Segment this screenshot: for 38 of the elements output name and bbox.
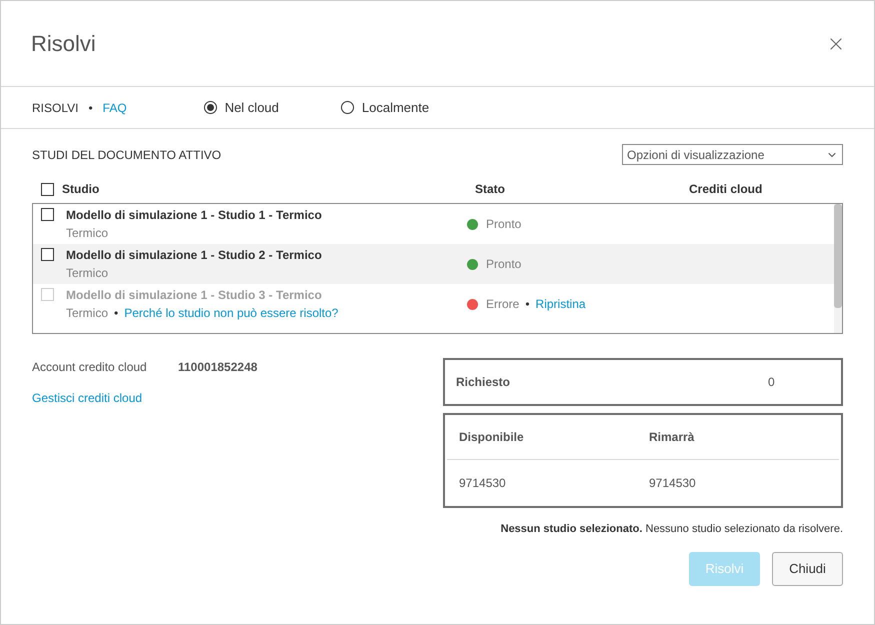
- status-text: Errore: [486, 296, 520, 313]
- column-header: Studio: [62, 181, 100, 198]
- study-type: Termico: [66, 305, 108, 322]
- column-header: Stato: [475, 181, 506, 198]
- required-value: 0: [768, 374, 775, 391]
- radio-label: Nel cloud: [224, 98, 279, 117]
- scrollbar-thumb[interactable]: [834, 204, 842, 308]
- radio-button[interactable]: [340, 101, 354, 114]
- row-checkbox[interactable]: [41, 248, 54, 261]
- status-text: Pronto: [486, 256, 522, 273]
- radio-label: Localmente: [362, 98, 430, 117]
- account-number: 110001852248: [178, 359, 258, 376]
- balance-header: Rimarrà: [649, 429, 696, 446]
- required-label: Richiesto: [456, 374, 512, 391]
- dialog-title: Risolvi: [31, 30, 96, 58]
- study-type: Termico: [66, 225, 108, 242]
- radio-button[interactable]: [204, 101, 217, 114]
- study-row[interactable]: Modello di simulazione 1 - Studio 2 - Termico Termico Pronto: [33, 244, 834, 284]
- balance-value: 9714530: [459, 475, 507, 492]
- study-title: Modello di simulazione 1 - Studio 1 - Termico: [66, 207, 322, 224]
- nav-label: RISOLVI: [32, 100, 78, 116]
- row-checkbox[interactable]: [41, 208, 54, 221]
- study-type: Termico: [66, 265, 108, 282]
- separator-dot: •: [525, 296, 530, 313]
- column-header: Crediti cloud: [689, 181, 762, 198]
- separator-dot: •: [88, 100, 93, 116]
- section-title: STUDI DEL DOCUMENTO ATTIVO: [32, 146, 222, 164]
- account-label: Account credito cloud: [32, 359, 148, 376]
- close-button[interactable]: Chiudi: [772, 552, 843, 586]
- status-text: Pronto: [486, 216, 522, 233]
- select-all-checkbox[interactable]: [41, 182, 54, 196]
- status-message: Nessun studio selezionato. Nessuno studio selezionato da risolvere.: [500, 522, 843, 537]
- study-title: Modello di simulazione 1 - Studio 3 - Termico: [66, 287, 323, 304]
- balance-header: Disponibile: [459, 429, 525, 446]
- study-title: Modello di simulazione 1 - Studio 2 - Termico: [66, 247, 322, 264]
- view-options-dropdown[interactable]: Opzioni di visualizzazione: [622, 144, 843, 165]
- balance-value: 9714530: [649, 475, 697, 492]
- separator-dot: •: [114, 305, 118, 322]
